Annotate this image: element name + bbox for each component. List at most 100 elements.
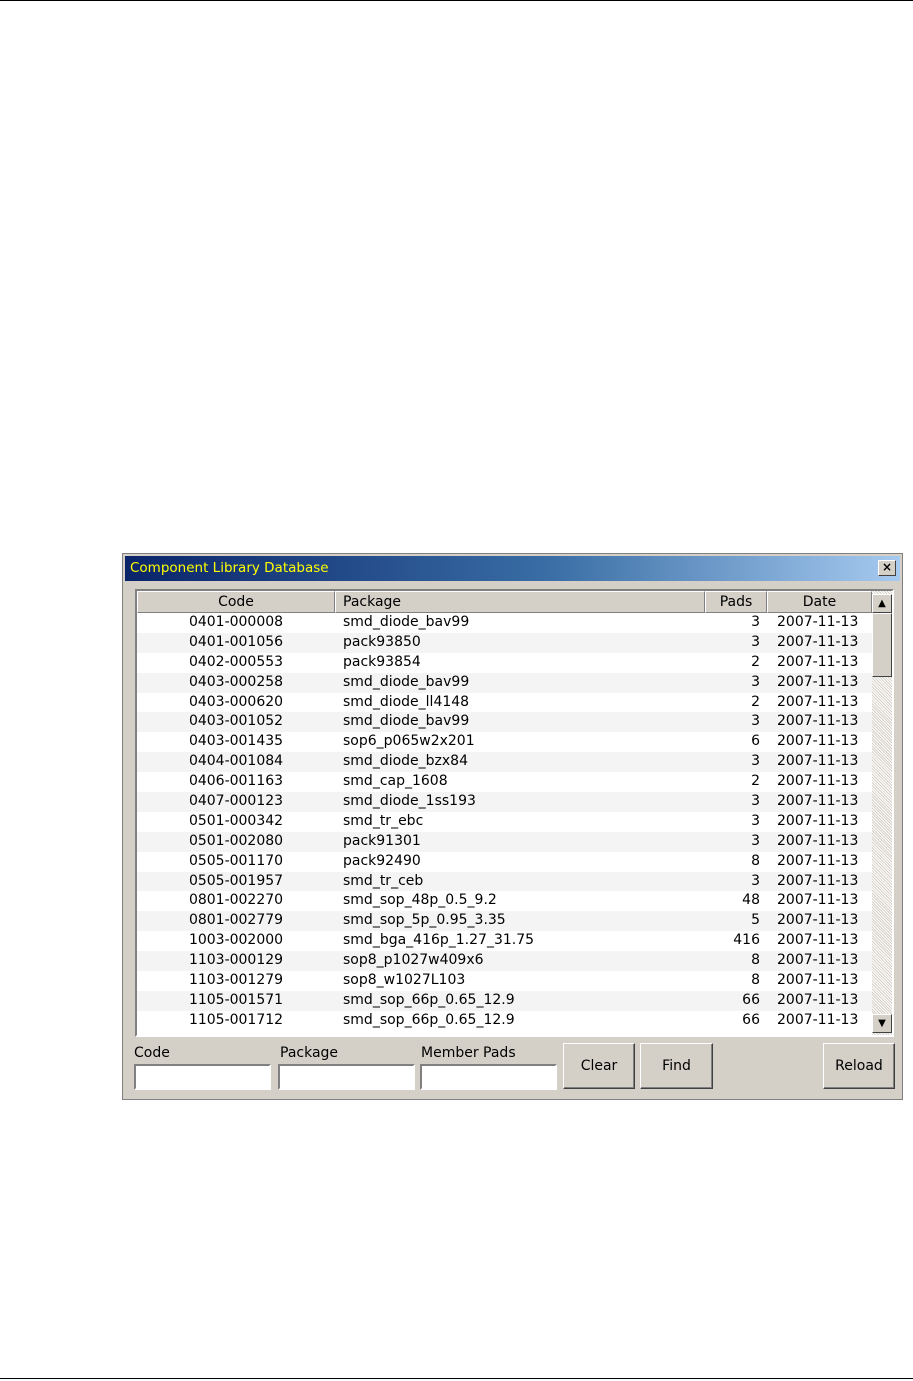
- cell-pads: 3: [751, 832, 760, 849]
- cell-code: 0403-000620: [188, 693, 284, 710]
- cell-date: 2007-11-13: [777, 972, 859, 989]
- cell-code: 0407-000123: [188, 793, 284, 810]
- table-row[interactable]: 0401-000008 smd_diode_bav99 3 2007-11-13: [137, 613, 872, 633]
- table-row[interactable]: 0403-000258 smd_diode_bav99 3 2007-11-13: [137, 672, 872, 693]
- scroll-thumb[interactable]: [872, 613, 892, 677]
- cell-package: pack93850: [343, 633, 421, 650]
- cell-code: 0501-000342: [188, 812, 284, 829]
- cell-date: 2007-11-13: [777, 693, 859, 710]
- member-pads-input[interactable]: [420, 1064, 557, 1090]
- table-row[interactable]: 1105-001571 smd_sop_66p_0.65_12.9 66 2007-1…: [137, 990, 872, 1011]
- scroll-up-icon[interactable]: ▲: [872, 594, 892, 613]
- table-row[interactable]: 0505-001957 smd_tr_ceb 3 2007-11-13: [137, 871, 872, 892]
- cell-code: 0501-002080: [188, 832, 284, 849]
- cell-code: 0406-001163: [188, 773, 284, 790]
- cell-pads: 2: [751, 773, 760, 790]
- cell-package: smd_tr_ceb: [343, 872, 424, 889]
- clear-button[interactable]: Clear: [563, 1043, 635, 1089]
- cell-code: 0401-000008: [188, 614, 284, 630]
- cell-package: smd_cap_1608: [343, 773, 448, 790]
- close-icon[interactable]: ×: [878, 560, 896, 576]
- package-label: Package: [280, 1045, 339, 1061]
- cell-pads: 3: [751, 633, 760, 650]
- table-row[interactable]: 0403-001052 smd_diode_bav99 3 2007-11-13: [137, 712, 872, 733]
- cell-code: 1003-002000: [188, 932, 284, 949]
- cell-date: 2007-11-13: [777, 812, 859, 829]
- cell-date: 2007-11-13: [777, 713, 859, 730]
- column-header-package[interactable]: Package: [335, 591, 705, 613]
- cell-pads: 3: [751, 812, 760, 829]
- cell-pads: 2: [751, 653, 760, 670]
- title-bar[interactable]: Component Library Database ×: [125, 556, 900, 581]
- component-list[interactable]: Code Package Pads Date 0401-000008 smd_di…: [135, 589, 894, 1037]
- cell-pads: 8: [751, 852, 760, 869]
- cell-pads: 416: [733, 932, 760, 949]
- cell-code: 0402-000553: [188, 653, 284, 670]
- table-row[interactable]: 1103-001279 sop8_w1027L103 8 2007-11-13: [137, 971, 872, 991]
- find-button[interactable]: Find: [640, 1043, 713, 1089]
- table-row[interactable]: 0401-001056 pack93850 3 2007-11-13: [137, 632, 872, 653]
- table-row[interactable]: 0501-000342 smd_tr_ebc 3 2007-11-13: [137, 812, 872, 832]
- page-top-rule: [0, 0, 913, 1]
- table-row[interactable]: 0801-002779 smd_sop_5p_0.95_3.35 5 2007-11-…: [137, 911, 872, 932]
- table-row[interactable]: 0505-001170 pack92490 8 2007-11-13: [137, 852, 872, 872]
- cell-package: smd_sop_66p_0.65_12.9: [343, 991, 515, 1008]
- cell-date: 2007-11-13: [777, 952, 859, 969]
- cell-pads: 3: [751, 753, 760, 770]
- list-header: Code Package Pads Date: [137, 591, 872, 613]
- cell-package: smd_diode_bzx84: [343, 753, 468, 770]
- table-row[interactable]: 1003-002000 smd_bga_416p_1.27_31.75 416 200…: [137, 931, 872, 951]
- cell-code: 1103-000129: [188, 952, 284, 969]
- cell-date: 2007-11-13: [777, 793, 859, 810]
- cell-package: pack93854: [343, 653, 421, 670]
- table-row[interactable]: 0403-000620 smd_diode_ll4148 2 2007-11-13: [137, 693, 872, 713]
- cell-pads: 3: [751, 713, 760, 730]
- vertical-scrollbar[interactable]: ▲ ▼: [872, 591, 892, 1035]
- member-pads-label: Member Pads: [421, 1045, 516, 1061]
- cell-pads: 6: [751, 733, 760, 750]
- table-row[interactable]: 0407-000123 smd_diode_1ss193 3 2007-11-13: [137, 792, 872, 812]
- page-bottom-rule: [0, 1378, 913, 1379]
- cell-package: smd_diode_bav99: [343, 673, 470, 690]
- table-row[interactable]: 0501-002080 pack91301 3 2007-11-13: [137, 831, 872, 852]
- reload-button[interactable]: Reload: [823, 1043, 895, 1089]
- cell-code: 0403-001435: [188, 733, 284, 750]
- table-row[interactable]: 0406-001163 smd_cap_1608 2 2007-11-13: [137, 772, 872, 792]
- cell-date: 2007-11-13: [777, 991, 859, 1008]
- cell-code: 0801-002270: [188, 892, 284, 909]
- cell-date: 2007-11-13: [777, 753, 859, 770]
- package-input[interactable]: [278, 1064, 415, 1090]
- table-row[interactable]: 0403-001435 sop6_p065w2x201 6 2007-11-13: [137, 732, 872, 752]
- column-header-pads[interactable]: Pads: [705, 591, 767, 613]
- cell-date: 2007-11-13: [777, 892, 859, 909]
- cell-code: 0403-001052: [188, 713, 284, 730]
- cell-date: 2007-11-13: [777, 872, 859, 889]
- table-row[interactable]: 1103-000129 sop8_p1027w409x6 8 2007-11-13: [137, 951, 872, 972]
- cell-code: 1105-001571: [188, 991, 284, 1008]
- cell-date: 2007-11-13: [777, 633, 859, 650]
- code-input[interactable]: [134, 1064, 271, 1090]
- component-library-window: Component Library Database × Code Packag…: [122, 553, 903, 1100]
- cell-package: smd_diode_bav99: [343, 614, 470, 630]
- cell-date: 2007-11-13: [777, 852, 859, 869]
- cell-date: 2007-11-13: [777, 832, 859, 849]
- column-header-code[interactable]: Code: [137, 591, 335, 613]
- cell-pads: 66: [742, 991, 760, 1008]
- table-row[interactable]: 0404-001084 smd_diode_bzx84 3 2007-11-13: [137, 752, 872, 773]
- list-rows: 0401-000008 smd_diode_bav99 3 2007-11-13 040…: [137, 613, 872, 1033]
- cell-pads: 3: [751, 793, 760, 810]
- cell-package: sop8_p1027w409x6: [343, 952, 484, 969]
- column-header-date[interactable]: Date: [767, 591, 872, 613]
- cell-package: smd_sop_66p_0.65_12.9: [343, 1011, 515, 1028]
- table-row[interactable]: 0402-000553 pack93854 2 2007-11-13: [137, 653, 872, 673]
- cell-pads: 8: [751, 972, 760, 989]
- table-row[interactable]: 1105-001712 smd_sop_66p_0.65_12.9 66 2007-1…: [137, 1011, 872, 1031]
- cell-package: smd_tr_ebc: [343, 812, 424, 829]
- cell-pads: 66: [742, 1011, 760, 1028]
- scroll-down-icon[interactable]: ▼: [872, 1014, 892, 1033]
- cell-pads: 8: [751, 952, 760, 969]
- cell-date: 2007-11-13: [777, 932, 859, 949]
- cell-package: pack92490: [343, 852, 421, 869]
- table-row[interactable]: 0801-002270 smd_sop_48p_0.5_9.2 48 2007-11-…: [137, 891, 872, 911]
- cell-pads: 3: [751, 673, 760, 690]
